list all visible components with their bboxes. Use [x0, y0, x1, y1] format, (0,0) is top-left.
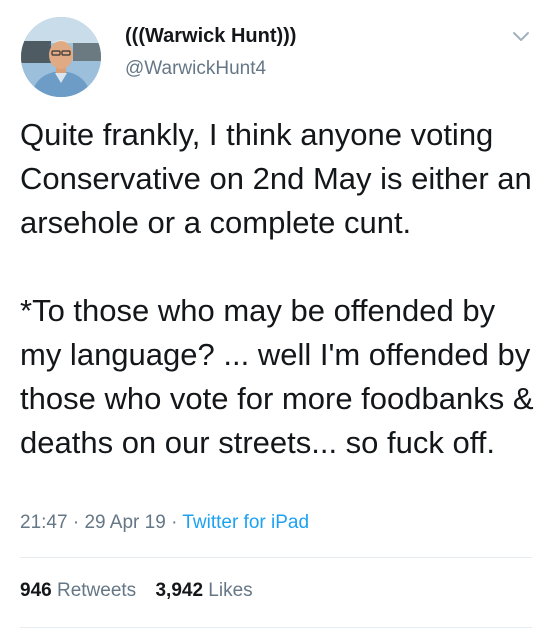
tweet-metadata: 21:47 · 29 Apr 19 · Twitter for iPad: [20, 512, 309, 534]
likes-count: 3,942: [155, 580, 204, 601]
tweet-text: Quite frankly, I think anyone voting Con…: [20, 113, 540, 465]
tweet-paragraph: *To those who may be offended by my lang…: [20, 293, 534, 460]
divider: [20, 627, 532, 628]
likes-stat[interactable]: 3,942 Likes: [155, 580, 252, 602]
tweet-source-link[interactable]: Twitter for iPad: [182, 512, 309, 533]
separator: ·: [171, 512, 178, 533]
tweet-paragraph: Quite frankly, I think anyone voting Con…: [20, 117, 532, 240]
display-name[interactable]: (((Warwick Hunt))): [125, 25, 296, 48]
chevron-down-icon[interactable]: [510, 25, 532, 47]
likes-label: Likes: [208, 580, 253, 601]
user-handle[interactable]: @WarwickHunt4: [125, 58, 266, 80]
retweets-count: 946: [20, 580, 52, 601]
divider: [20, 557, 532, 558]
separator: ·: [72, 512, 80, 533]
tweet-stats: 946 Retweets 3,942 Likes: [20, 580, 267, 602]
tweet-time[interactable]: 21:47: [20, 512, 68, 533]
retweets-stat[interactable]: 946 Retweets: [20, 580, 136, 602]
retweets-label: Retweets: [56, 580, 137, 601]
tweet-date[interactable]: 29 Apr 19: [84, 512, 165, 533]
tweet-card: (((Warwick Hunt))) @WarwickHunt4 Quite f…: [0, 0, 552, 636]
avatar-photo: [21, 17, 101, 97]
avatar[interactable]: [21, 17, 101, 97]
